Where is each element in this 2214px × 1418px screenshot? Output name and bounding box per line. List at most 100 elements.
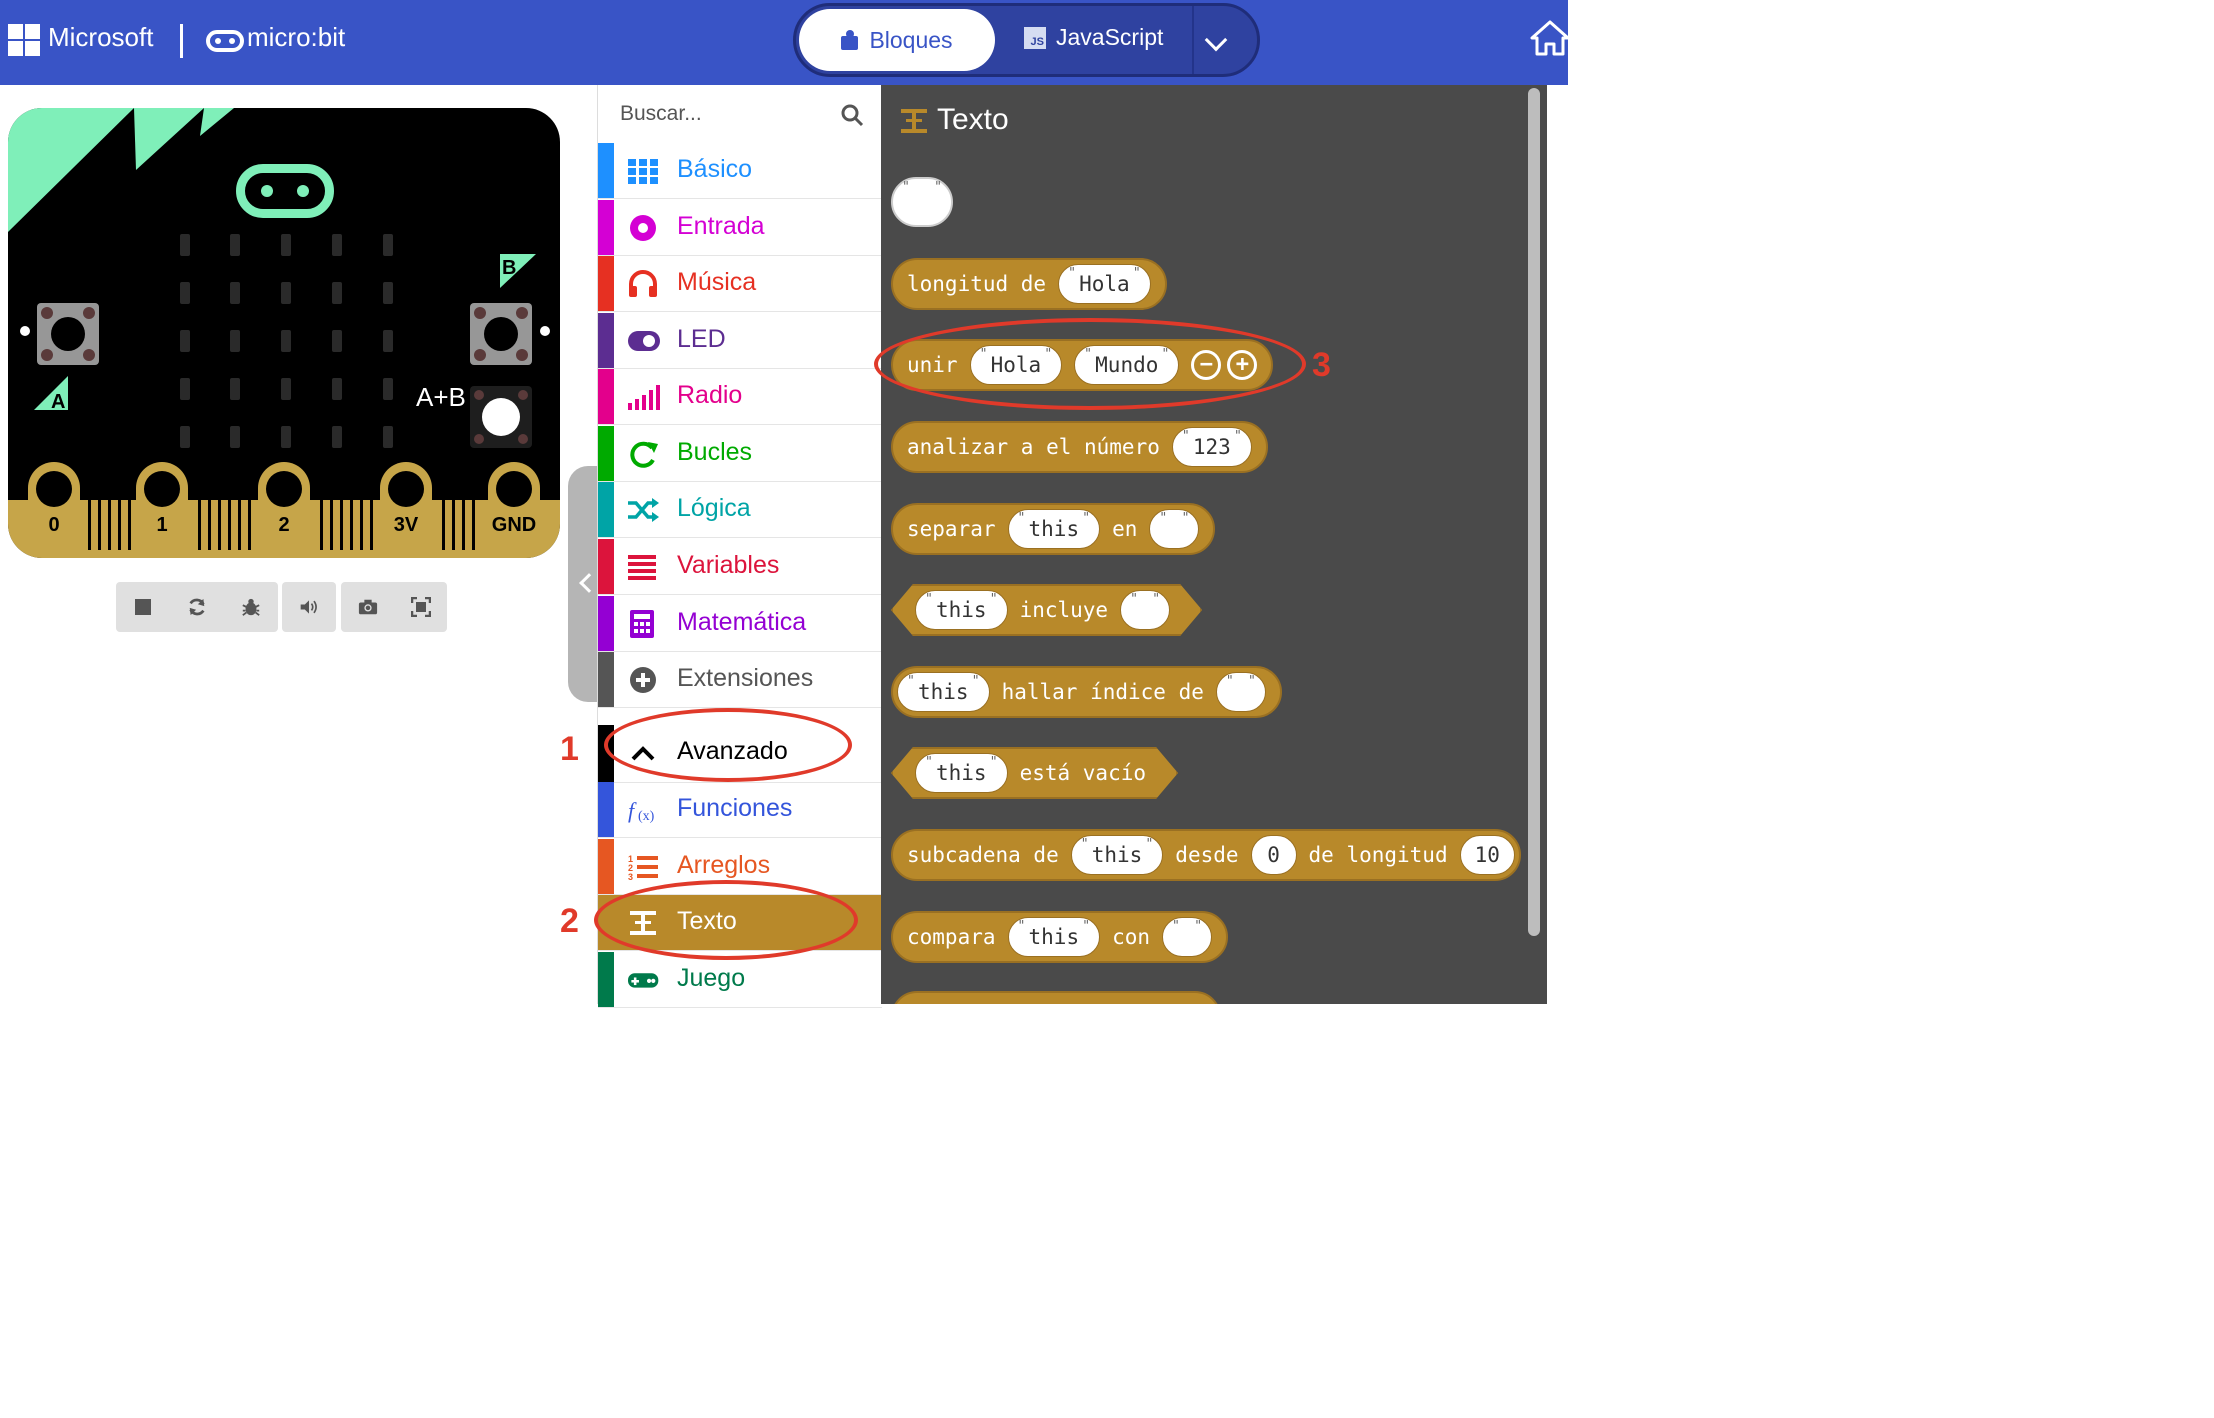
string-input[interactable]: " this " xyxy=(915,753,1008,793)
annotation-number-3: 3 xyxy=(1312,346,1331,384)
microbit-brand[interactable]: micro:bit xyxy=(247,22,345,53)
pin-label: 0 xyxy=(48,514,60,536)
block-label: de longitud xyxy=(1308,843,1448,867)
led xyxy=(281,282,291,304)
pin-label: 1 xyxy=(156,514,168,536)
led xyxy=(332,234,342,256)
stop-icon[interactable] xyxy=(133,597,153,617)
parse-number-block[interactable]: analizar a el número " 123 " xyxy=(891,421,1268,473)
string-input[interactable]: " this " xyxy=(1007,509,1101,549)
category-juego[interactable]: Juego xyxy=(598,952,882,1008)
category-basico[interactable]: Básico xyxy=(598,143,882,199)
led xyxy=(230,234,240,256)
button-a[interactable] xyxy=(37,303,99,365)
pin-label: 3V xyxy=(393,514,419,536)
string-input[interactable]: " this " xyxy=(1070,835,1164,875)
block-label: incluye xyxy=(1019,598,1109,622)
microbit-board-logo-icon[interactable] xyxy=(236,164,334,218)
puzzle-icon xyxy=(841,30,859,50)
string-input[interactable]: " this " xyxy=(1007,917,1101,957)
list-icon: 123 xyxy=(628,854,658,881)
button-b-label: B xyxy=(500,254,536,288)
home-icon[interactable] xyxy=(1530,20,1570,56)
chevron-left-icon xyxy=(579,573,599,593)
category-matematica[interactable]: Matemática xyxy=(598,596,882,652)
includes-block[interactable]: " this " incluye " " xyxy=(891,584,1202,636)
microbit-simulator[interactable]: A B A+B 0 1 2 3V GND xyxy=(8,108,560,558)
flyout-scrollbar[interactable] xyxy=(1528,88,1540,936)
string-input[interactable]: " this " xyxy=(915,590,1008,630)
led xyxy=(180,282,190,304)
led xyxy=(230,378,240,400)
pin-1[interactable] xyxy=(136,462,188,552)
string-input[interactable]: " this " xyxy=(897,672,990,712)
block-label: con xyxy=(1112,925,1151,949)
button-ab[interactable] xyxy=(470,386,532,448)
number-input[interactable]: 10 xyxy=(1459,835,1515,875)
led xyxy=(383,282,393,304)
blocks-mode-button[interactable]: Bloques xyxy=(799,9,995,71)
compare-block[interactable]: compara " this " con " " xyxy=(891,911,1229,963)
plus-circle-icon xyxy=(630,667,656,693)
category-extensiones[interactable]: Extensiones xyxy=(598,652,882,708)
partial-block[interactable] xyxy=(891,991,1221,1004)
javascript-mode-button[interactable]: JS JavaScript xyxy=(1024,24,1163,51)
pin-gnd[interactable] xyxy=(488,462,540,552)
split-block[interactable]: separar " this " en " " xyxy=(891,503,1216,555)
string-input[interactable]: " Hola " xyxy=(1058,264,1151,304)
category-radio[interactable]: Radio xyxy=(598,369,882,425)
category-funciones[interactable]: f (x) Funciones xyxy=(598,782,882,838)
shuffle-icon xyxy=(628,498,659,522)
category-label: Música xyxy=(677,268,757,296)
string-input[interactable]: " 123 " xyxy=(1171,427,1252,467)
string-input[interactable]: " " xyxy=(1215,672,1266,712)
svg-text:A: A xyxy=(51,391,65,412)
category-bucles[interactable]: Bucles xyxy=(598,426,882,482)
category-label: Radio xyxy=(677,381,743,409)
block-label: analizar a el número xyxy=(907,435,1160,459)
sound-icon[interactable] xyxy=(299,597,319,617)
flyout-title: Texto xyxy=(901,103,1009,137)
svg-text:B: B xyxy=(502,257,516,279)
pin-3v[interactable] xyxy=(380,462,432,552)
debug-icon[interactable] xyxy=(241,597,261,617)
led xyxy=(230,282,240,304)
substring-block[interactable]: subcadena de " this " desde 0 de longitud … xyxy=(891,829,1521,881)
fullscreen-icon[interactable] xyxy=(410,597,431,617)
led xyxy=(383,378,393,400)
signal-icon xyxy=(628,385,660,410)
search-input[interactable] xyxy=(620,99,820,129)
string-input[interactable]: " " xyxy=(1149,509,1200,549)
empty-string-block[interactable]: " " xyxy=(891,177,953,227)
length-block[interactable]: longitud de " Hola " xyxy=(891,258,1167,310)
svg-text:(x): (x) xyxy=(638,809,655,824)
category-led[interactable]: LED xyxy=(598,313,882,369)
number-input[interactable]: 0 xyxy=(1250,835,1297,875)
block-label: subcadena de xyxy=(907,843,1059,867)
screenshot-icon[interactable] xyxy=(358,597,378,617)
restart-icon[interactable] xyxy=(187,597,207,617)
led xyxy=(281,378,291,400)
string-input[interactable]: " " xyxy=(1162,917,1213,957)
block-label: está vacío xyxy=(1019,761,1147,785)
flyout-title-label: Texto xyxy=(937,103,1009,136)
is-empty-block[interactable]: " this " está vacío xyxy=(891,747,1178,799)
pin-0[interactable] xyxy=(28,462,80,552)
category-entrada[interactable]: Entrada xyxy=(598,200,882,256)
svg-text:f: f xyxy=(628,798,637,823)
button-a-label: A xyxy=(34,376,68,412)
pin-2[interactable] xyxy=(258,462,310,552)
category-label: Variables xyxy=(677,551,780,579)
lines-icon xyxy=(628,555,656,580)
chevron-down-icon[interactable] xyxy=(1204,28,1228,52)
search-icon[interactable] xyxy=(840,103,864,127)
category-musica[interactable]: Música xyxy=(598,256,882,312)
led xyxy=(180,330,190,352)
category-label: Básico xyxy=(677,155,753,183)
category-logica[interactable]: Lógica xyxy=(598,482,882,538)
category-label: Matemática xyxy=(677,608,807,636)
button-b[interactable] xyxy=(470,303,532,365)
index-of-block[interactable]: " this " hallar índice de " " xyxy=(891,666,1282,718)
category-variables[interactable]: Variables xyxy=(598,539,882,595)
string-input[interactable]: " " xyxy=(1120,590,1170,630)
